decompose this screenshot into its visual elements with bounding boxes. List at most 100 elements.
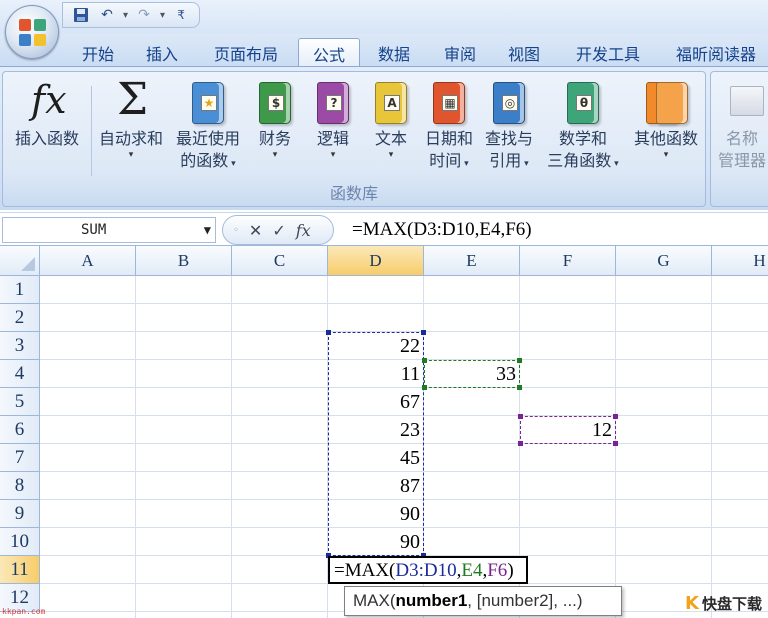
watermark-right: K 快盘下载 [685,593,762,614]
worksheet-grid[interactable]: A B C D E F G H 1 2 3 4 5 6 7 8 9 10 11 12 22 11 67 23 45 87 90 90 3… [0,246,768,618]
lookup-book-icon: ◎ [487,78,531,128]
range-handle[interactable] [421,330,426,335]
range-outline-f6 [520,416,616,444]
date-time-label-2: 时间 ▾ [429,151,469,170]
insert-function-button[interactable]: fx 插入函数 [7,78,87,150]
text-button[interactable]: A 文本 ▾ [363,78,419,160]
chevron-down-icon: ▾ [663,150,669,160]
save-icon[interactable] [71,5,91,25]
financial-book-icon: $ [253,78,297,128]
name-manager-button[interactable]: 名称 管理器 [713,78,768,172]
more-functions-books-icon [644,78,688,128]
function-tooltip[interactable]: MAX(number1, [number2], ...) [344,586,622,616]
row-header-6[interactable]: 6 [0,416,40,444]
range-handle[interactable] [422,385,427,390]
column-header-e[interactable]: E [424,246,520,276]
customize-qat-icon[interactable]: ₹ [171,5,191,25]
tab-home[interactable]: 开始 [70,38,126,68]
formula-part-ref3: F6 [487,560,508,581]
function-library-group: fx 插入函数 Σ 自动求和 ▾ ★ 最近使用 的函数 ▾ $ 财务 ▾ ? 逻… [2,71,706,207]
range-handle[interactable] [422,358,427,363]
tab-developer[interactable]: 开发工具 [562,38,654,68]
redo-dropdown-icon[interactable]: ▾ [160,10,165,21]
tab-formulas[interactable]: 公式 [298,38,360,68]
undo-icon[interactable]: ↶ [97,5,117,25]
select-all-corner[interactable] [0,246,40,276]
enter-icon[interactable]: ✓ [272,221,285,240]
range-outline-d3-d10 [328,332,424,556]
grip-icon: ◦ [233,224,239,236]
logical-button[interactable]: ? 逻辑 ▾ [305,78,361,160]
range-handle[interactable] [517,358,522,363]
office-button[interactable] [5,5,59,59]
chevron-down-icon: ▾ [128,150,134,160]
office-logo-icon [19,19,47,47]
insert-function-icon[interactable]: fx [296,221,311,240]
row-header-9[interactable]: 9 [0,500,40,528]
range-handle[interactable] [326,330,331,335]
column-header-g[interactable]: G [616,246,712,276]
row-header-8[interactable]: 8 [0,472,40,500]
row-header-2[interactable]: 2 [0,304,40,332]
row-header-10[interactable]: 10 [0,528,40,556]
row-header-11[interactable]: 11 [0,556,40,584]
tab-insert[interactable]: 插入 [134,38,190,68]
column-header-c[interactable]: C [232,246,328,276]
date-time-button[interactable]: ▦ 日期和 时间 ▾ [419,78,479,175]
tooltip-current-argument[interactable]: number1 [396,591,468,610]
tooltip-remaining-arguments: , [number2], ...) [467,591,583,610]
watermark-text: 快盘下载 [701,595,762,613]
active-cell-editor[interactable]: =MAX(D3:D10,E4,F6) [328,556,528,584]
tab-view[interactable]: 视图 [496,38,552,68]
row-header-4[interactable]: 4 [0,360,40,388]
more-functions-label: 其他函数 [633,129,698,148]
lookup-reference-button[interactable]: ◎ 查找与 引用 ▾ [479,78,539,175]
range-handle[interactable] [518,414,523,419]
recently-used-label: 最近使用 [175,129,240,148]
range-handle[interactable] [518,441,523,446]
column-header-d[interactable]: D [328,246,424,276]
row-header-1[interactable]: 1 [0,276,40,304]
ribbon-separator [91,86,92,176]
range-handle[interactable] [613,441,618,446]
watermark-logo-icon: K [685,593,699,614]
column-header-a[interactable]: A [40,246,136,276]
math-trig-label-2: 三角函数 ▾ [547,151,619,170]
gridline-horizontal [40,303,768,304]
fx-icon: fx [31,78,67,122]
autosum-button[interactable]: Σ 自动求和 ▾ [93,74,169,160]
column-header-f[interactable]: F [520,246,616,276]
text-book-icon: A [369,78,413,128]
column-header-h[interactable]: H [712,246,768,276]
tab-data[interactable]: 数据 [366,38,422,68]
undo-dropdown-icon[interactable]: ▾ [123,10,128,21]
financial-button[interactable]: $ 财务 ▾ [247,78,303,160]
more-functions-button[interactable]: 其他函数 ▾ [627,78,705,160]
formula-part-prefix: =MAX( [334,560,396,581]
row-header-7[interactable]: 7 [0,444,40,472]
range-handle[interactable] [613,414,618,419]
name-box[interactable]: SUM ▼ [2,217,216,243]
watermark-left: kkpan.com [2,607,46,616]
formula-input[interactable]: =MAX(D3:D10,E4,F6) [340,217,766,243]
tab-foxit-reader[interactable]: 福昕阅读器 [664,38,768,68]
cancel-icon[interactable]: ✕ [249,221,262,240]
column-header-b[interactable]: B [136,246,232,276]
name-box-dropdown-icon[interactable]: ▼ [204,218,211,242]
tab-review[interactable]: 审阅 [432,38,488,68]
redo-icon[interactable]: ↷ [134,5,154,25]
row-header-3[interactable]: 3 [0,332,40,360]
name-manager-icon [720,78,764,128]
recently-used-button[interactable]: ★ 最近使用 的函数 ▾ [169,78,247,175]
gridline-vertical [231,276,232,618]
row-header-5[interactable]: 5 [0,388,40,416]
gridline-vertical [711,276,712,618]
math-trig-button[interactable]: θ 数学和 三角函数 ▾ [539,78,627,175]
tab-page-layout[interactable]: 页面布局 [200,38,292,68]
logical-book-icon: ? [311,78,355,128]
defined-names-group: 名称 管理器 [710,71,768,207]
gridline-vertical [615,276,616,618]
range-handle[interactable] [517,385,522,390]
insert-function-label: 插入函数 [14,129,79,148]
recently-used-label-2: 的函数 ▾ [180,151,236,170]
